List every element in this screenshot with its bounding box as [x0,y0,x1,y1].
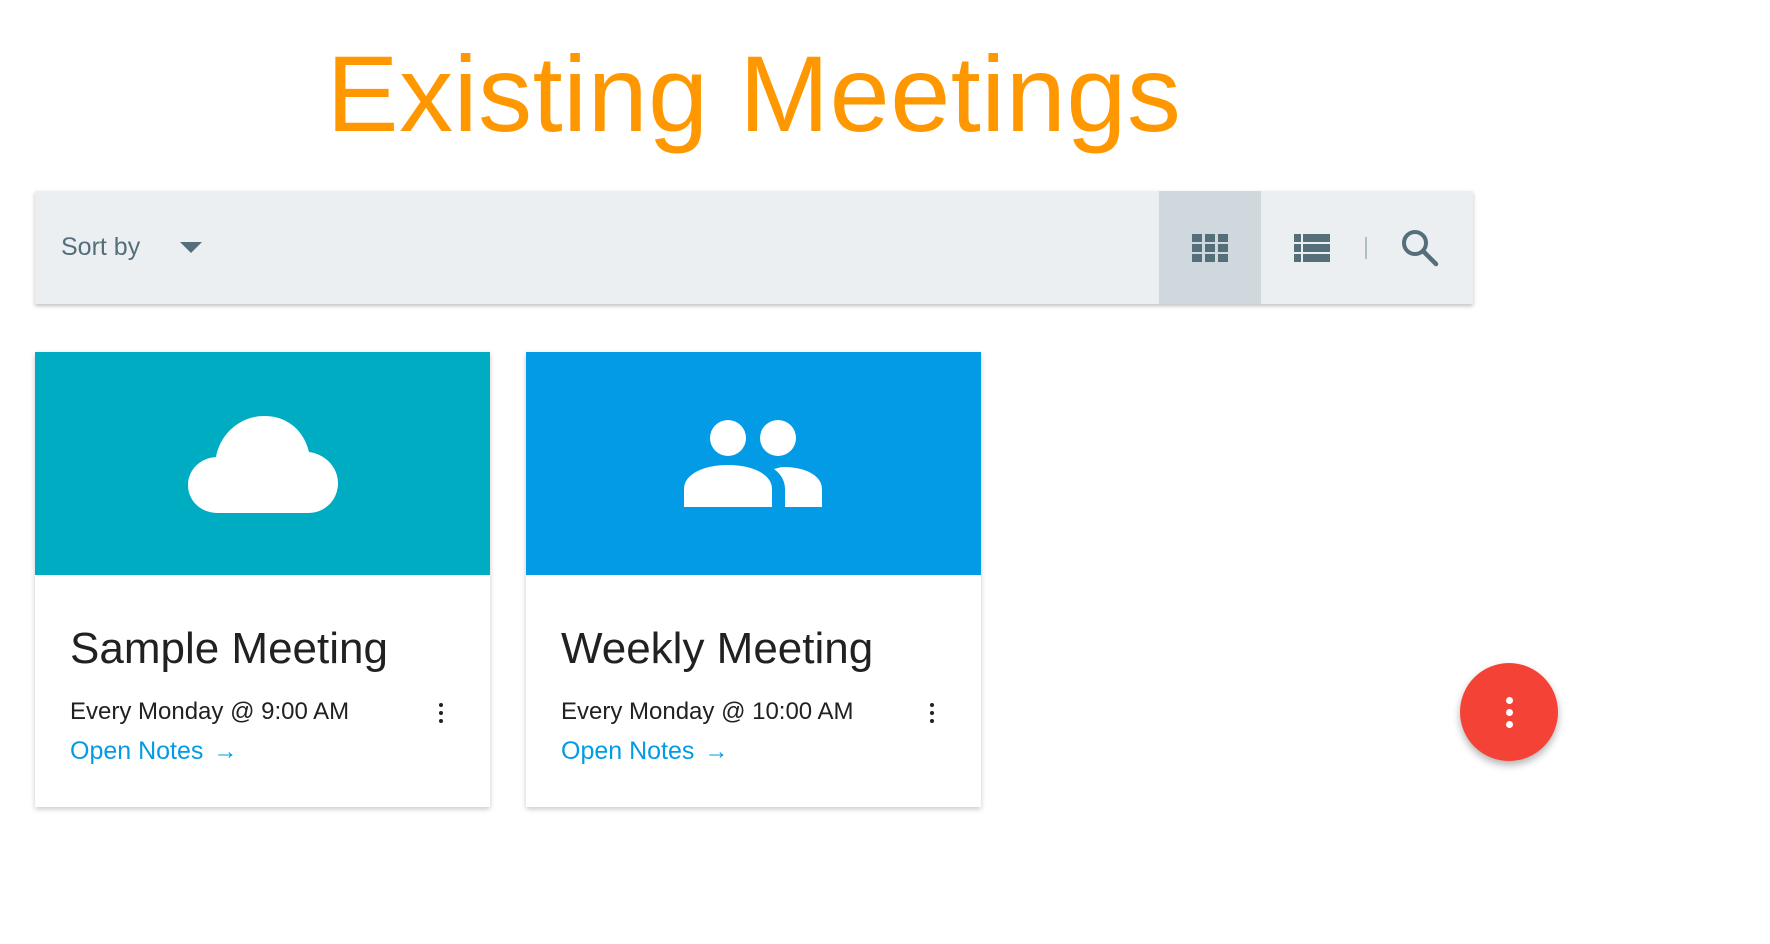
page-title: Existing Meetings [326,33,1182,154]
dropdown-arrow-icon [180,242,203,253]
toolbar-divider [1365,237,1367,259]
more-vert-icon [1505,696,1513,704]
card-more-menu-button[interactable] [918,698,946,728]
sort-dropdown[interactable]: Sort by [61,191,203,304]
card-title: Sample Meeting [70,624,388,673]
search-icon [1402,229,1439,266]
card-media [35,352,490,575]
more-vert-icon [439,703,443,707]
people-icon [683,419,822,507]
card-more-menu-button[interactable] [427,698,455,728]
meeting-card[interactable]: Weekly Meeting Every Monday @ 10:00 AM O… [526,352,981,807]
card-schedule: Every Monday @ 10:00 AM [561,698,854,725]
grid-view-icon [1192,233,1228,262]
open-notes-link[interactable]: Open Notes → [70,737,237,766]
list-view-button[interactable] [1261,191,1363,304]
meeting-card[interactable]: Sample Meeting Every Monday @ 9:00 AM Op… [35,352,490,807]
search-button[interactable] [1385,191,1455,304]
open-notes-link[interactable]: Open Notes → [561,737,728,766]
more-vert-icon [930,703,934,707]
fab-more-button[interactable] [1460,663,1558,761]
arrow-right-icon: → [213,737,238,765]
sort-label: Sort by [61,233,141,261]
open-notes-label: Open Notes [561,737,695,765]
card-media [526,352,981,575]
open-notes-label: Open Notes [70,737,204,765]
arrow-right-icon: → [704,737,729,765]
card-schedule: Every Monday @ 9:00 AM [70,698,350,725]
card-title: Weekly Meeting [561,624,874,673]
grid-view-button[interactable] [1159,191,1261,304]
cloud-icon [187,415,338,513]
toolbar: Sort by [35,191,1473,304]
list-view-icon [1294,233,1330,262]
